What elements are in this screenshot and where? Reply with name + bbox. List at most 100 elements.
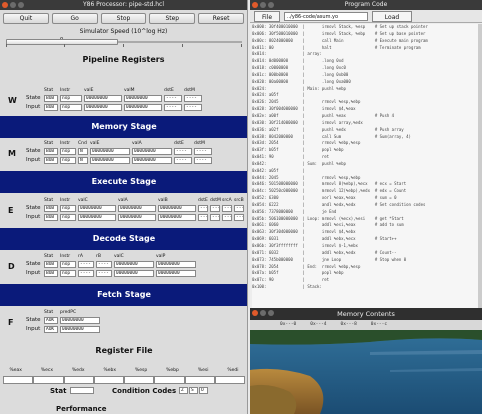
step-button[interactable]: Step [149, 13, 196, 24]
code-line[interactable]: 0x028: 30f004000000 | irmovl $4,%eax [252, 106, 478, 113]
state-cell: 00000000 [114, 261, 154, 268]
code-line[interactable]: 0x07c: 90 | ret [252, 277, 478, 284]
state-cell: BUB [44, 95, 58, 102]
register-label: %eax [9, 368, 22, 373]
input-cell: 00000000 [60, 326, 100, 333]
state-cell: 00000000 [158, 205, 196, 212]
code-line[interactable]: 0x014: | array: [252, 51, 478, 58]
code-line[interactable]: 0x054: 6222 | andl %edx,%edx # Set condi… [252, 202, 478, 209]
code-line[interactable]: 0x07a: b05f | popl %ebp [252, 270, 478, 277]
load-button[interactable]: Load [372, 10, 412, 22]
quit-button[interactable]: Quit [3, 13, 49, 24]
input-row-label: Input [26, 326, 41, 332]
code-line[interactable]: 0x071: 6032 | addl %ebx,%edx # Count-- [252, 250, 478, 257]
pipeline-column-header: dstE [164, 88, 174, 93]
pipeline-column-header: valC [114, 254, 124, 259]
input-cell: N [78, 157, 88, 164]
code-line[interactable]: 0x024: a05f | [252, 92, 478, 99]
code-line[interactable]: 0x02e: a00f | pushl %eax # Push 4 [252, 113, 478, 120]
input-cell: nop [60, 270, 76, 277]
code-line[interactable]: 0x042: a05f | [252, 168, 478, 175]
code-line[interactable]: 0x026: 2045 | rrmovl %esp,%ebp [252, 99, 478, 106]
code-line[interactable]: 0x03f: b05f | popl %ebp [252, 147, 478, 154]
code-scrollbar[interactable] [478, 24, 482, 310]
slider-tick [241, 44, 242, 47]
code-line[interactable]: 0x05b: 506100000000 | Loop: mrmovl (%ecx… [252, 216, 478, 223]
execute-stage-band: Execute Stage [0, 171, 247, 193]
input-cell: ---- [198, 214, 208, 221]
speed-slider[interactable]: 0 [6, 37, 242, 47]
file-menu-button[interactable]: File [254, 10, 280, 22]
input-cell: 00000000 [132, 157, 172, 164]
input-cell: 00000000 [124, 104, 162, 111]
state-cell: ---- [96, 261, 112, 268]
pipeline-column-header: dstM [210, 198, 221, 203]
performance-label: Performance [56, 405, 107, 413]
pipeline-column-header: valE [90, 141, 100, 146]
code-line[interactable]: 0x044: 2045 | rrmovl %esp,%ebp [252, 175, 478, 182]
code-line[interactable]: 0x06b: 30f3ffffffff | irmovl $-1,%ebx [252, 243, 478, 250]
code-listing[interactable]: 0x000: 30f400010000 | irmovl Stack, %esp… [252, 24, 478, 310]
state-cell: 00000000 [60, 317, 100, 324]
file-path-field[interactable]: ../y86-code/asum.yo [284, 11, 368, 21]
slider-tick [64, 44, 65, 47]
pipeline-column-header: Stat [44, 254, 54, 259]
register-value [184, 376, 215, 384]
code-line[interactable]: 0x078: 2054 | End: rrmovl %ebp,%esp [252, 264, 478, 271]
pipeline-column-header: Instr [60, 88, 71, 93]
code-line[interactable]: 0x018: c0000000 | .long 0xc0 [252, 65, 478, 72]
code-line[interactable]: 0x041: 90 | ret [252, 154, 478, 161]
code-line[interactable]: 0x04c: 50250c000000 | mrmovl 12(%ebp),%e… [252, 188, 478, 195]
condition-codes: Z S O [179, 387, 208, 394]
state-cell: BUB [44, 205, 58, 212]
state-cell: 00000000 [90, 148, 130, 155]
stage-letter: W [8, 96, 17, 105]
register-value [214, 376, 245, 384]
pipeline-column-header: dstE [198, 198, 208, 203]
input-cell: AOK [44, 326, 58, 333]
code-line[interactable]: 0x011: 00 | halt # Terminate program [252, 45, 478, 52]
code-line[interactable]: 0x100: | Stack: [252, 284, 478, 291]
state-cell: 00000000 [118, 205, 156, 212]
stage-m: M State Input Stat BUB BUB Instr nop nop Cnd N Nval… [0, 139, 247, 171]
reset-button[interactable]: Reset [198, 13, 244, 24]
code-line[interactable]: 0x069: 6031 | addl %ebx,%ecx # Start++ [252, 236, 478, 243]
code-line[interactable] [252, 291, 478, 298]
code-line[interactable]: 0x046: 501508000000 | mrmovl 8(%ebp),%ec… [252, 181, 478, 188]
stop-button[interactable]: Stop [100, 13, 147, 24]
code-line[interactable]: 0x036: a02f | pushl %edx # Push array [252, 127, 478, 134]
go-button[interactable]: Go [51, 13, 98, 24]
code-line[interactable]: 0x030: 30f214000000 | irmovl array,%edx [252, 120, 478, 127]
pipeline-column-header: dstM [184, 88, 195, 93]
lake-landscape-image [250, 330, 482, 414]
code-line[interactable]: 0x038: 8042000000 | call Sum # Sum(array… [252, 134, 478, 141]
code-line[interactable]: 0x00c: 8024000000 | call Main # Execute … [252, 38, 478, 45]
register-file-title: Register File [95, 346, 153, 355]
code-line[interactable]: 0x063: 30f304000000 | irmovl $4,%ebx [252, 229, 478, 236]
code-line[interactable]: 0x042: | Sum: pushl %ebp [252, 161, 478, 168]
state-cell: 00000000 [124, 95, 162, 102]
control-buttons: Quit Go Stop Step Reset [0, 10, 247, 24]
code-line[interactable]: 0x01c: 000b0000 | .long 0xb00 [252, 72, 478, 79]
slider-handle[interactable] [6, 39, 118, 45]
code-line[interactable]: 0x073: 745b000000 | jne Loop # Stop when… [252, 257, 478, 264]
state-row-label: State [26, 205, 41, 211]
code-line[interactable]: 0x006: 30f500010000 | irmovl Stack, %ebp… [252, 31, 478, 38]
code-line[interactable]: 0x056: 7378000000 | je End [252, 209, 478, 216]
code-line[interactable]: 0x020: 00a00000 | .long 0xa000 [252, 79, 478, 86]
code-line[interactable]: 0x000: 30f400010000 | irmovl Stack, %esp… [252, 24, 478, 31]
memory-column-header: 0x---8 [340, 322, 357, 327]
input-cell: 00000000 [78, 214, 116, 221]
code-line[interactable]: 0x024: | Main: pushl %ebp [252, 86, 478, 93]
register-value [33, 376, 64, 384]
pipeline-column-header: valA [118, 198, 128, 203]
state-cell: nop [60, 205, 76, 212]
code-line[interactable]: 0x03d: 2054 | rrmovl %ebp,%esp [252, 140, 478, 147]
code-line[interactable]: 0x052: 6300 | xorl %eax,%eax # sum = 0 [252, 195, 478, 202]
code-line[interactable]: 0x014: 0d000000 | .long 0xd [252, 58, 478, 65]
state-row-label: State [26, 317, 41, 323]
code-line[interactable]: 0x061: 6060 | addl %esi,%eax # add to su… [252, 222, 478, 229]
state-cell: ---- [174, 148, 192, 155]
input-cell: ---- [174, 157, 192, 164]
decode-stage-band: Decode Stage [0, 228, 247, 250]
